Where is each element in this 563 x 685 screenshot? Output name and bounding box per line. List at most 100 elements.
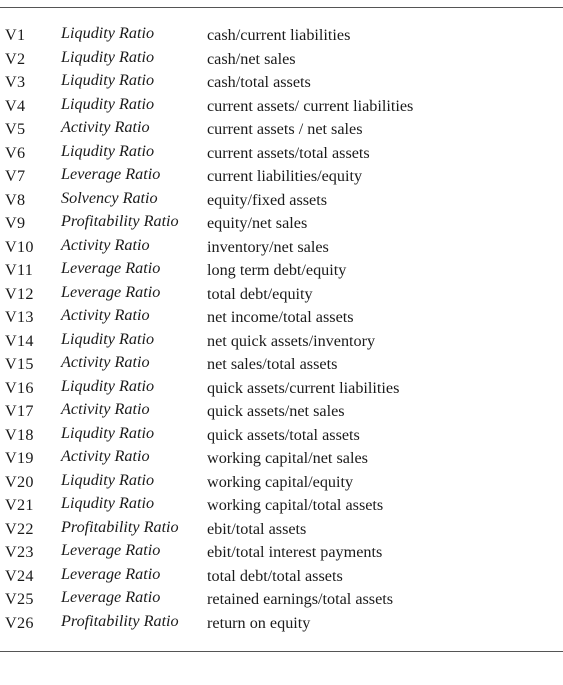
variable-id: V2 xyxy=(5,49,26,68)
variable-id: V9 xyxy=(5,214,26,233)
ratio-category: Liqudity Ratio xyxy=(61,329,155,348)
ratio-category: Activity Ratio xyxy=(61,400,150,419)
ratio-description: net sales/total assets xyxy=(207,355,338,374)
table-bottom-rule xyxy=(0,651,563,652)
table-row: V26 Profitability Ratio return on equity xyxy=(0,612,563,636)
ratio-category: Liqudity Ratio xyxy=(61,94,155,113)
ratio-category: Liqudity Ratio xyxy=(61,71,155,90)
table-row: V18 Liqudity Ratio quick assets/total as… xyxy=(0,424,563,448)
ratio-category: Liqudity Ratio xyxy=(61,376,155,395)
ratio-description: long term debt/equity xyxy=(207,261,347,280)
variable-id: V6 xyxy=(5,143,26,162)
variable-id: V25 xyxy=(5,590,34,609)
variable-id: V13 xyxy=(5,308,34,327)
variable-id: V3 xyxy=(5,73,26,92)
variable-id: V18 xyxy=(5,425,34,444)
ratio-category: Leverage Ratio xyxy=(61,165,161,184)
ratio-category: Liqudity Ratio xyxy=(61,47,155,66)
ratio-description: total debt/equity xyxy=(207,284,313,303)
variable-id: V10 xyxy=(5,237,34,256)
variable-id: V8 xyxy=(5,190,26,209)
ratio-description: equity/fixed assets xyxy=(207,190,328,209)
table-row: V12 Leverage Ratio total debt/equity xyxy=(0,283,563,307)
ratio-description: working capital/total assets xyxy=(207,496,384,515)
table-row: V20 Liqudity Ratio working capital/equit… xyxy=(0,471,563,495)
table-row: V22 Profitability Ratio ebit/total asset… xyxy=(0,518,563,542)
table-row: V8 Solvency Ratio equity/fixed assets xyxy=(0,189,563,213)
ratio-description: cash/current liabilities xyxy=(207,26,351,44)
ratio-description: equity/net sales xyxy=(207,214,308,233)
ratio-description: quick assets/net sales xyxy=(207,402,345,421)
variable-id: V20 xyxy=(5,472,34,491)
table-row: V2 Liqudity Ratio cash/net sales xyxy=(0,48,563,72)
ratio-description: working capital/equity xyxy=(207,472,354,491)
table-row: V24 Leverage Ratio total debt/total asse… xyxy=(0,565,563,589)
ratio-description: quick assets/current liabilities xyxy=(207,378,400,397)
ratio-description: current assets / net sales xyxy=(207,120,363,139)
ratio-category: Liqudity Ratio xyxy=(61,470,155,489)
ratio-description: quick assets/total assets xyxy=(207,425,360,444)
ratio-category: Liqudity Ratio xyxy=(61,423,155,442)
variable-id: V11 xyxy=(5,261,34,280)
ratio-description: cash/net sales xyxy=(207,49,296,68)
table-row: V19 Activity Ratio working capital/net s… xyxy=(0,447,563,471)
ratio-description: inventory/net sales xyxy=(207,237,329,256)
table-row: V10 Activity Ratio inventory/net sales xyxy=(0,236,563,260)
table-row: V13 Activity Ratio net income/total asse… xyxy=(0,306,563,330)
ratio-category: Liqudity Ratio xyxy=(61,141,155,160)
ratio-category: Activity Ratio xyxy=(61,118,150,137)
table-row: V23 Leverage Ratio ebit/total interest p… xyxy=(0,541,563,565)
ratio-category: Leverage Ratio xyxy=(61,588,161,607)
variable-id: V26 xyxy=(5,613,34,632)
table-row: V25 Leverage Ratio retained earnings/tot… xyxy=(0,588,563,612)
table-row: V9 Profitability Ratio equity/net sales xyxy=(0,212,563,236)
variable-id: V24 xyxy=(5,566,34,585)
variable-id: V5 xyxy=(5,120,26,139)
ratio-table: V1 Liqudity Ratio cash/current liabiliti… xyxy=(0,24,563,635)
ratio-description: net income/total assets xyxy=(207,308,354,327)
ratio-category: Profitability Ratio xyxy=(61,212,179,231)
table-row: V14 Liqudity Ratio net quick assets/inve… xyxy=(0,330,563,354)
ratio-category: Liqudity Ratio xyxy=(61,24,155,42)
variable-id: V21 xyxy=(5,496,34,515)
ratio-description: ebit/total interest payments xyxy=(207,543,383,562)
ratio-category: Profitability Ratio xyxy=(61,611,179,630)
variable-id: V17 xyxy=(5,402,34,421)
table-top-rule xyxy=(0,7,563,8)
table-row: V5 Activity Ratio current assets / net s… xyxy=(0,118,563,142)
table-row: V1 Liqudity Ratio cash/current liabiliti… xyxy=(0,24,563,48)
variable-id: V14 xyxy=(5,331,34,350)
variable-id: V16 xyxy=(5,378,34,397)
ratio-category: Activity Ratio xyxy=(61,447,150,466)
ratio-description: retained earnings/total assets xyxy=(207,590,394,609)
table-row: V3 Liqudity Ratio cash/total assets xyxy=(0,71,563,95)
ratio-description: ebit/total assets xyxy=(207,519,307,538)
ratio-description: current assets/total assets xyxy=(207,143,370,162)
ratio-description: cash/total assets xyxy=(207,73,311,92)
table-row: V7 Leverage Ratio current liabilities/eq… xyxy=(0,165,563,189)
table-row: V6 Liqudity Ratio current assets/total a… xyxy=(0,142,563,166)
ratio-description: current liabilities/equity xyxy=(207,167,363,186)
variable-id: V19 xyxy=(5,449,34,468)
variable-id: V1 xyxy=(5,26,26,44)
ratio-category: Activity Ratio xyxy=(61,353,150,372)
table-row: V11 Leverage Ratio long term debt/equity xyxy=(0,259,563,283)
ratio-description: return on equity xyxy=(207,613,311,632)
ratio-category: Liqudity Ratio xyxy=(61,494,155,513)
variable-id: V23 xyxy=(5,543,34,562)
variable-id: V22 xyxy=(5,519,34,538)
ratio-category: Activity Ratio xyxy=(61,235,150,254)
variable-id: V15 xyxy=(5,355,34,374)
variable-id: V4 xyxy=(5,96,26,115)
ratio-category: Leverage Ratio xyxy=(61,282,161,301)
ratio-category: Leverage Ratio xyxy=(61,259,161,278)
variable-id: V12 xyxy=(5,284,34,303)
table-row: V17 Activity Ratio quick assets/net sale… xyxy=(0,400,563,424)
ratio-description: current assets/ current liabilities xyxy=(207,96,414,115)
table-row: V21 Liqudity Ratio working capital/total… xyxy=(0,494,563,518)
ratio-description: net quick assets/inventory xyxy=(207,331,376,350)
table-row: V15 Activity Ratio net sales/total asset… xyxy=(0,353,563,377)
ratio-category: Profitability Ratio xyxy=(61,517,179,536)
ratio-category: Leverage Ratio xyxy=(61,564,161,583)
ratio-description: working capital/net sales xyxy=(207,449,368,468)
